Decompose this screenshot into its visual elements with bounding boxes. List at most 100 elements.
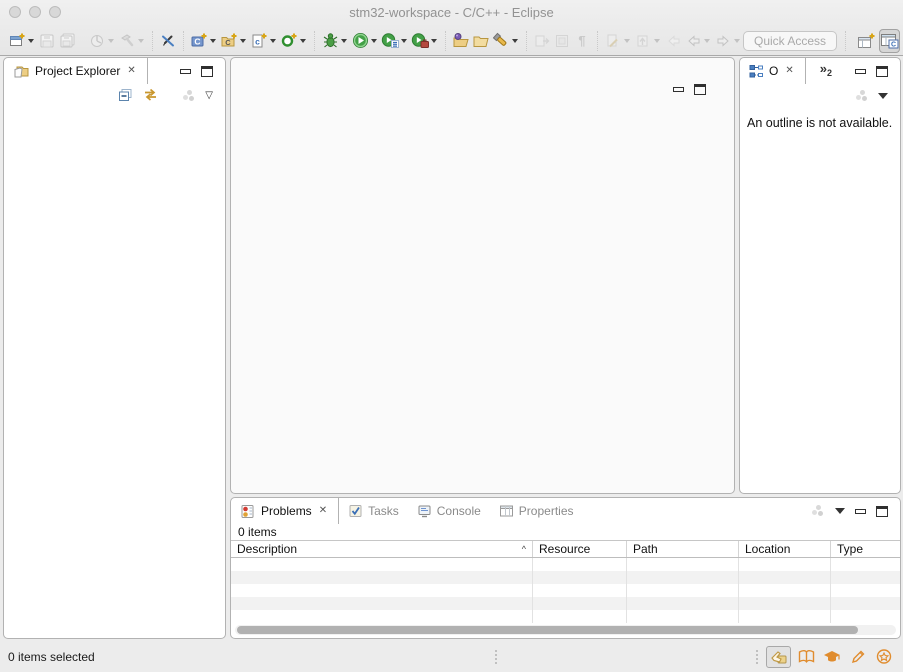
toolbar-separator xyxy=(845,31,846,51)
back-anchor-button[interactable] xyxy=(664,30,682,52)
new-source-file-button[interactable]: c xyxy=(250,30,268,52)
toggle-skip-breakpoints-button[interactable] xyxy=(159,30,177,52)
save-all-icon xyxy=(59,32,76,49)
save-all-button[interactable] xyxy=(58,30,76,52)
new-c-project-dropdown[interactable] xyxy=(210,39,216,43)
new-cpp-project-dropdown[interactable] xyxy=(240,39,246,43)
build-all-button[interactable] xyxy=(88,30,106,52)
tab-strip-spacer xyxy=(583,498,812,524)
link-with-editor-toggle[interactable] xyxy=(142,87,159,105)
new-wizard-dropdown[interactable] xyxy=(28,39,34,43)
profile-button[interactable] xyxy=(381,30,399,52)
scrollbar-thumb[interactable] xyxy=(237,626,858,634)
go-to-last-edit-button[interactable] xyxy=(634,30,652,52)
back-button[interactable] xyxy=(684,30,702,52)
debug-dropdown[interactable] xyxy=(341,39,347,43)
new-class-button[interactable] xyxy=(280,30,298,52)
run-button[interactable] xyxy=(351,30,369,52)
new-class-dropdown[interactable] xyxy=(300,39,306,43)
welcome-trim xyxy=(756,646,895,668)
overview-button[interactable] xyxy=(795,646,817,668)
welcome-back-button[interactable] xyxy=(766,646,791,668)
minimize-window-button[interactable] xyxy=(29,6,41,18)
tab-label: Project Explorer xyxy=(35,64,120,78)
back-dropdown[interactable] xyxy=(704,39,710,43)
search-dropdown[interactable] xyxy=(512,39,518,43)
save-button[interactable] xyxy=(38,30,56,52)
status-bar: 0 items selected xyxy=(0,641,903,672)
tab-problems[interactable]: Problems ✕ xyxy=(231,498,339,524)
view-menu-dropdown[interactable] xyxy=(835,508,845,514)
maximize-view-button[interactable] xyxy=(876,506,888,517)
load-project-button[interactable] xyxy=(452,30,470,52)
close-icon[interactable]: ✕ xyxy=(125,65,137,77)
search-button[interactable] xyxy=(492,30,510,52)
outline-message: An outline is not available. xyxy=(740,108,900,138)
show-whitespace-button[interactable]: ¶ xyxy=(573,30,591,52)
minimize-view-button[interactable] xyxy=(855,69,866,74)
build-button[interactable] xyxy=(118,30,136,52)
tutorials-button[interactable] xyxy=(821,646,843,668)
run-icon xyxy=(352,32,369,49)
column-header-location[interactable]: Location xyxy=(739,541,831,557)
new-wizard-button[interactable] xyxy=(8,30,26,52)
link-with-editor-button[interactable] xyxy=(533,30,551,52)
forward-dropdown[interactable] xyxy=(734,39,740,43)
minimize-editor-button[interactable] xyxy=(673,87,684,92)
build-dropdown[interactable] xyxy=(138,39,144,43)
maximize-view-button[interactable] xyxy=(201,66,213,77)
maximize-editor-button[interactable] xyxy=(694,84,706,95)
tab-tasks[interactable]: Tasks xyxy=(339,498,408,524)
window-chrome: stm32-workspace - C/C++ - Eclipse xyxy=(0,0,903,56)
run-dropdown[interactable] xyxy=(371,39,377,43)
minimize-view-button[interactable] xyxy=(855,509,866,514)
close-icon[interactable]: ✕ xyxy=(317,505,329,517)
sort-ascending-icon: ^ xyxy=(522,544,526,554)
project-explorer-tree[interactable] xyxy=(4,108,225,613)
trim-drag-handle[interactable] xyxy=(756,650,758,664)
build-hammer-icon xyxy=(119,32,136,49)
collapse-all-button[interactable] xyxy=(117,87,133,106)
forward-button[interactable] xyxy=(714,30,732,52)
view-menu-dropdown[interactable] xyxy=(878,93,888,99)
last-edit-dropdown[interactable] xyxy=(624,39,630,43)
tab-label: Properties xyxy=(519,504,574,518)
column-header-description[interactable]: Description ^ xyxy=(231,541,533,557)
external-tools-dropdown[interactable] xyxy=(431,39,437,43)
minimize-view-button[interactable] xyxy=(180,69,191,74)
cpp-perspective-button[interactable]: C xyxy=(879,29,900,53)
new-source-file-dropdown[interactable] xyxy=(270,39,276,43)
quick-access-input[interactable] xyxy=(743,31,837,51)
close-window-button[interactable] xyxy=(9,6,21,18)
tab-outline[interactable]: O ✕ xyxy=(740,58,806,84)
editor-area[interactable] xyxy=(230,57,735,494)
tab-properties[interactable]: Properties xyxy=(490,498,583,524)
new-cpp-project-button[interactable]: C xyxy=(220,30,238,52)
problems-icon xyxy=(240,504,256,519)
trim-drag-handle[interactable] xyxy=(495,650,497,664)
samples-button[interactable] xyxy=(847,646,869,668)
open-file-button[interactable] xyxy=(472,30,490,52)
column-header-resource[interactable]: Resource xyxy=(533,541,627,557)
column-header-path[interactable]: Path xyxy=(627,541,739,557)
external-tools-button[interactable] xyxy=(411,30,429,52)
tab-console[interactable]: Console xyxy=(408,498,490,524)
go-last-edit-dropdown[interactable] xyxy=(654,39,660,43)
tab-project-explorer[interactable]: Project Explorer ✕ xyxy=(4,58,148,84)
new-c-project-button[interactable]: C xyxy=(190,30,208,52)
zoom-window-button[interactable] xyxy=(49,6,61,18)
open-perspective-button[interactable] xyxy=(857,29,876,53)
last-edit-location-button[interactable] xyxy=(604,30,622,52)
debug-button[interactable] xyxy=(321,30,339,52)
close-icon[interactable]: ✕ xyxy=(783,65,795,77)
horizontal-scrollbar[interactable] xyxy=(235,625,896,635)
more-views-indicator[interactable]: » 2 xyxy=(820,58,832,84)
build-all-dropdown[interactable] xyxy=(108,39,114,43)
show-selected-element-button[interactable] xyxy=(553,30,571,52)
view-menu-dropdown[interactable]: ▽ xyxy=(205,91,213,101)
profile-dropdown[interactable] xyxy=(401,39,407,43)
whats-new-button[interactable] xyxy=(873,646,895,668)
maximize-view-button[interactable] xyxy=(876,66,888,77)
view-menu-icon xyxy=(855,90,869,102)
column-header-type[interactable]: Type xyxy=(831,541,900,557)
